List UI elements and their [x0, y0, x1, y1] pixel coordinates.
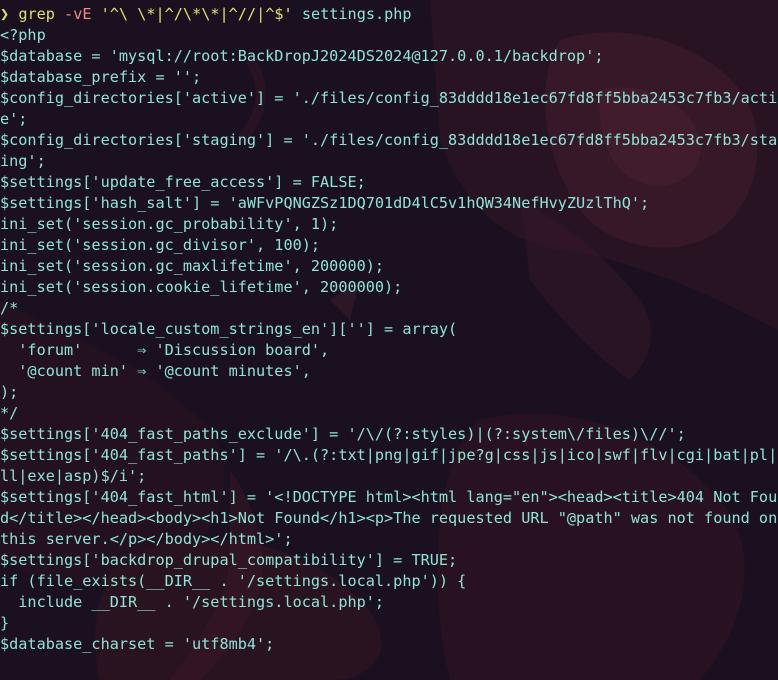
output-line: $config_directories['staging'] = './file…	[0, 131, 778, 149]
output-line: $settings['backdrop_drupal_compatibility…	[0, 551, 458, 569]
output-line: if (file_exists(__DIR__ . '/settings.loc…	[0, 572, 467, 590]
output-line: $settings['update_free_access'] = FALSE;	[0, 173, 366, 191]
output-line: );	[0, 383, 19, 401]
command-flags: -vE	[64, 5, 92, 23]
terminal-output: ❯ grep -vE '^\ \*|^/\*\*|^//|^$' setting…	[0, 4, 778, 655]
output-line: $database_charset = 'utf8mb4';	[0, 635, 275, 653]
output-line: '@count min' ⇒ '@count minutes',	[0, 362, 311, 380]
output-line: */	[0, 404, 19, 422]
output-line: $database = 'mysql://root:BackDropJ2024D…	[0, 47, 604, 65]
output-line: $settings['hash_salt'] = 'aWFvPQNGZSz1DQ…	[0, 194, 650, 212]
output-line: $settings['locale_custom_strings_en'][''…	[0, 320, 458, 338]
output-line: this server.</p></body></html>';	[0, 530, 293, 548]
output-line: ini_set('session.gc_maxlifetime', 200000…	[0, 257, 385, 275]
output-line: $settings['404_fast_html'] = '<!DOCTYPE …	[0, 488, 778, 506]
output-line: e';	[0, 110, 28, 128]
output-line: d</title></head><body><h1>Not Found</h1>…	[0, 509, 778, 527]
output-line: include __DIR__ . '/settings.local.php';	[0, 593, 385, 611]
output-line: ini_set('session.cookie_lifetime', 20000…	[0, 278, 403, 296]
prompt-line[interactable]: ❯ grep -vE '^\ \*|^/\*\*|^//|^$' setting…	[0, 4, 778, 25]
output-line: 'forum' ⇒ 'Discussion board',	[0, 341, 330, 359]
output-line: /*	[0, 299, 19, 317]
output-line: ini_set('session.gc_divisor', 100);	[0, 236, 321, 254]
command-pattern: '^\ \*|^/\*\*|^//|^$'	[100, 5, 293, 23]
output-line: ini_set('session.gc_probability', 1);	[0, 215, 339, 233]
prompt-arrow-icon: ❯	[0, 5, 10, 23]
output-line: }	[0, 614, 10, 632]
output-line: ll|exe|asp)$/i';	[0, 467, 147, 485]
output-line: <?php	[0, 26, 46, 44]
output-line: ing';	[0, 152, 46, 170]
command-name: grep	[18, 5, 55, 23]
output-line: $config_directories['active'] = './files…	[0, 89, 778, 107]
output-line: $settings['404_fast_paths'] = '/\.(?:txt…	[0, 446, 778, 464]
command-file: settings.php	[301, 5, 412, 23]
output-line: $database_prefix = '';	[0, 68, 202, 86]
output-line: $settings['404_fast_paths_exclude'] = '/…	[0, 425, 686, 443]
